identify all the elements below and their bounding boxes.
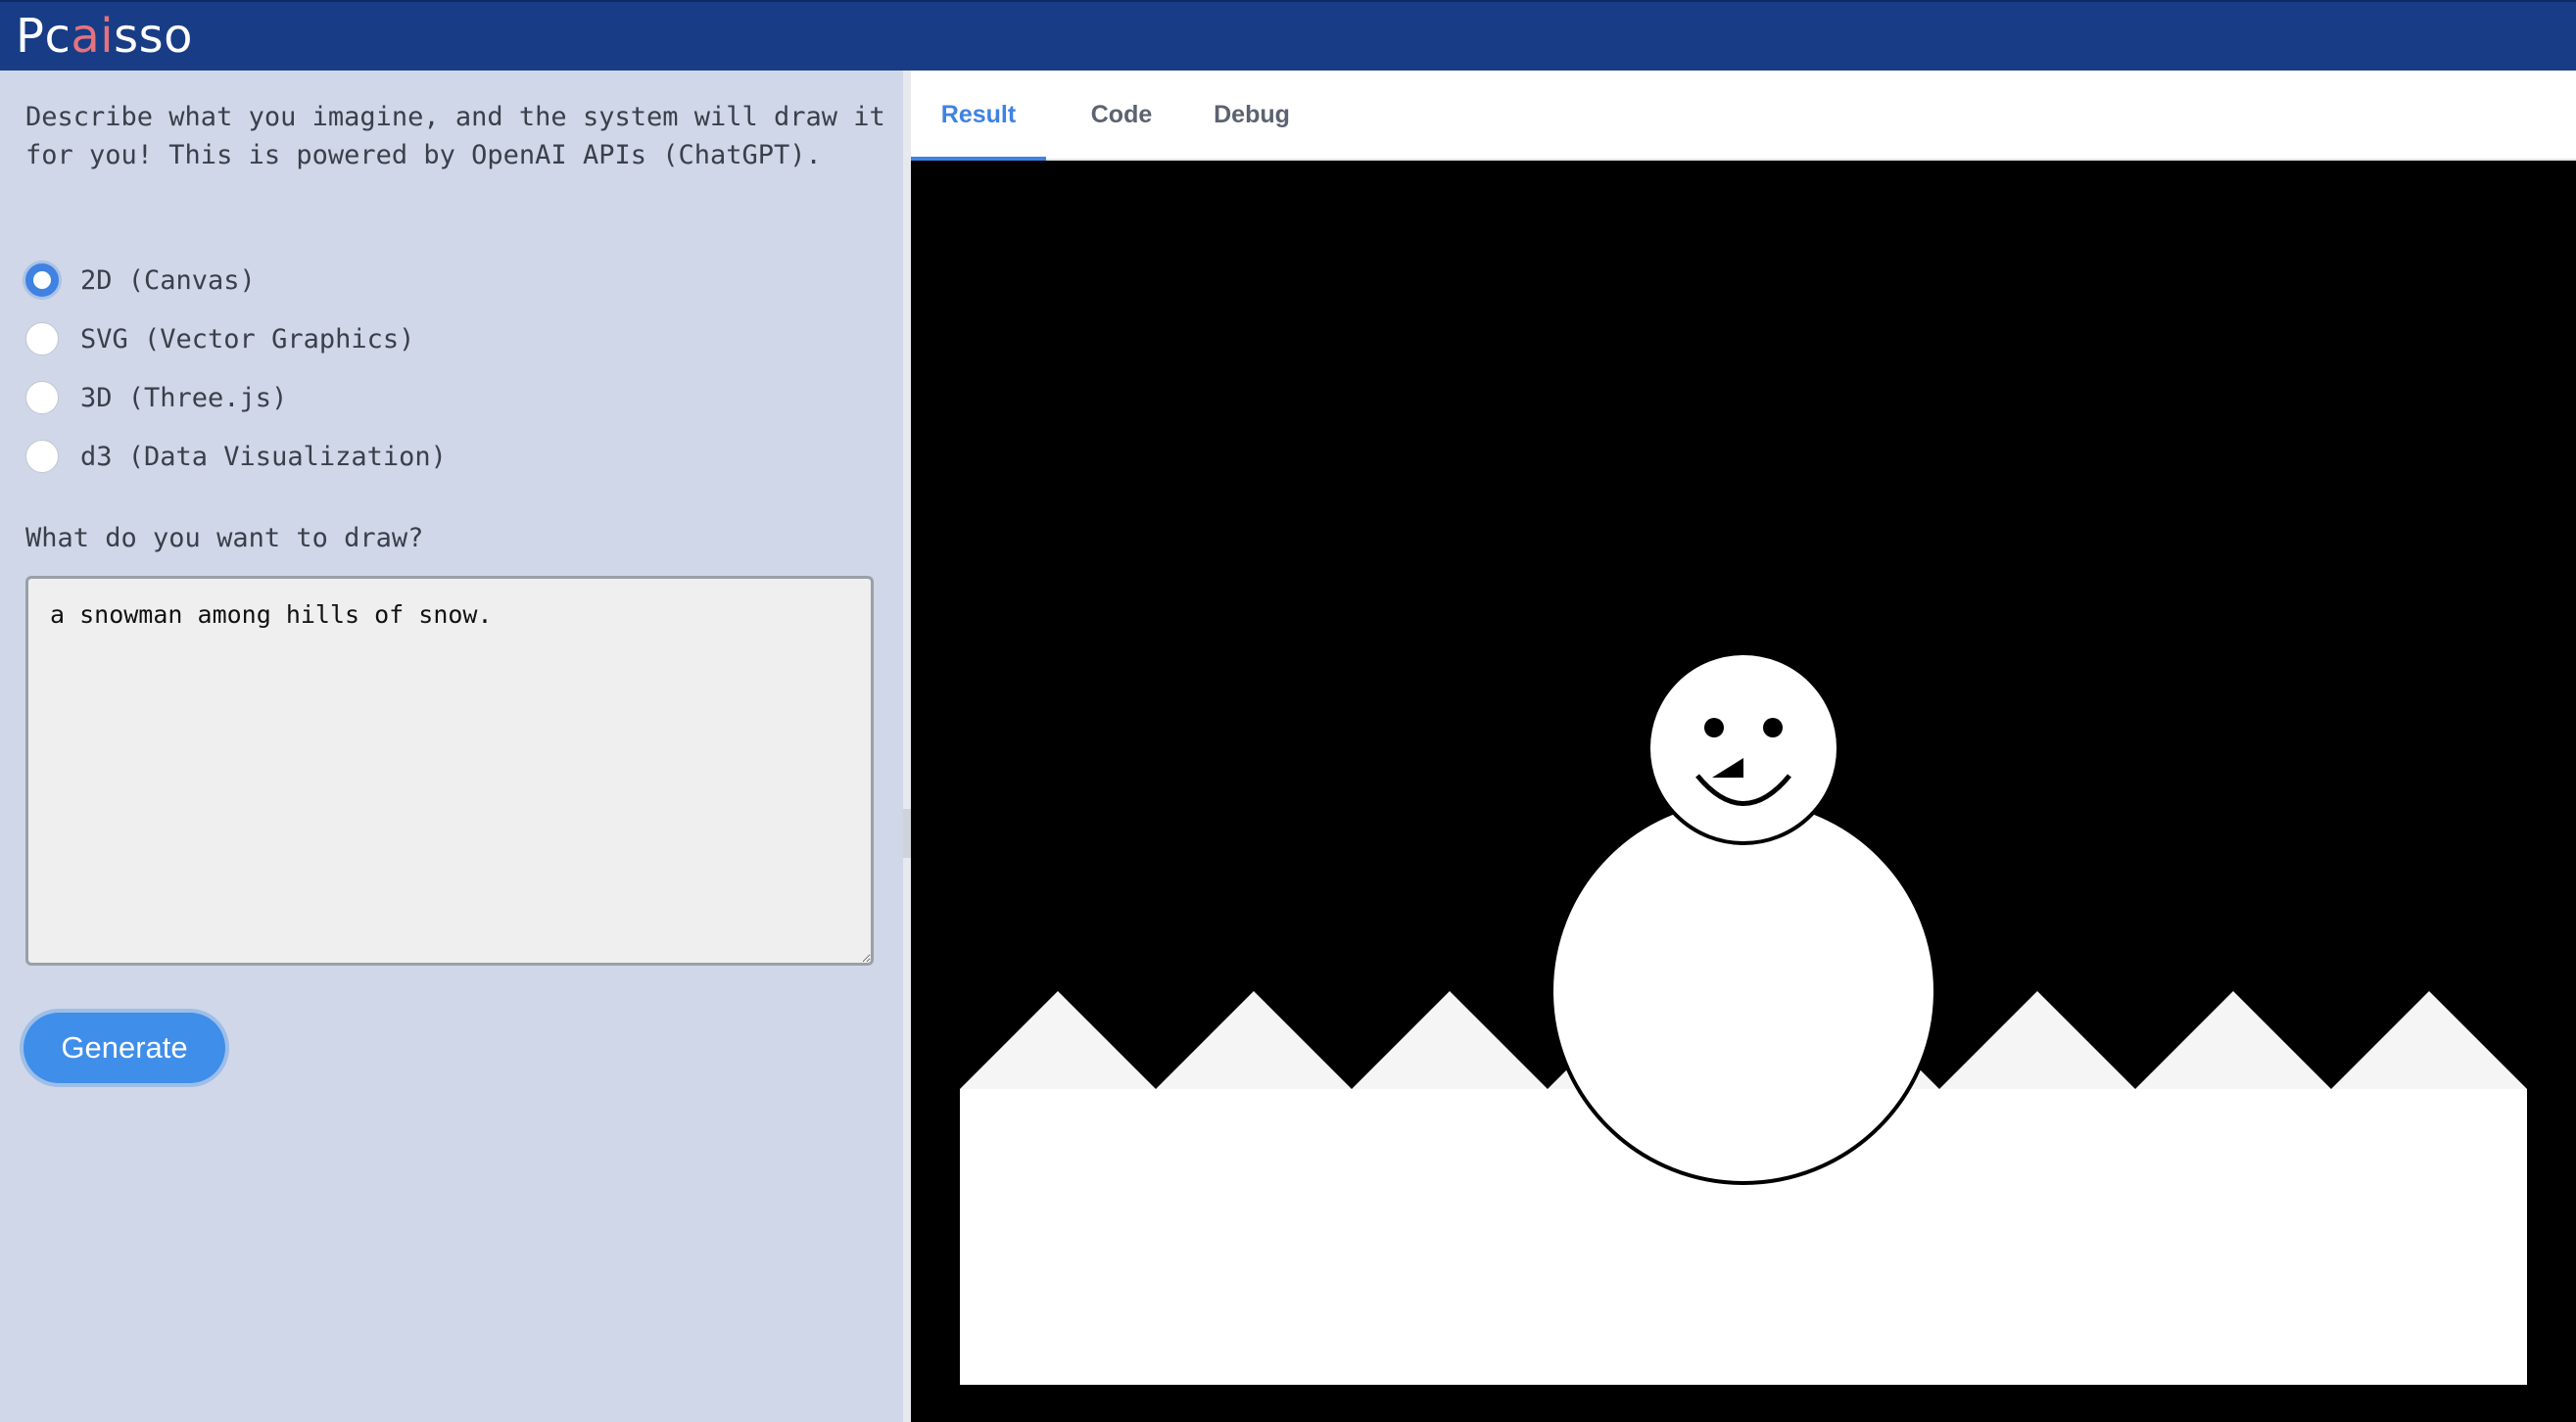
snowman-drawing [911, 161, 2576, 1422]
result-canvas [911, 161, 2576, 1422]
mode-option-3d-threejs[interactable]: 3D (Three.js) [25, 368, 447, 427]
snowman-body [1550, 797, 1937, 1185]
mode-label-svg: SVG (Vector Graphics) [80, 323, 415, 355]
intro-text: Describe what you imagine, and the syste… [25, 102, 885, 170]
mode-option-svg[interactable]: SVG (Vector Graphics) [25, 309, 447, 368]
prompt-textarea[interactable] [25, 576, 874, 966]
panel-divider[interactable] [903, 71, 911, 1422]
radio-button-svg[interactable] [25, 322, 59, 356]
generate-button[interactable]: Generate [24, 1013, 225, 1083]
radio-button-d3[interactable] [25, 440, 59, 473]
logo-prefix: Pc [16, 9, 72, 64]
mode-option-d3[interactable]: d3 (Data Visualization) [25, 427, 447, 486]
tab-debug[interactable]: Debug [1195, 71, 1309, 161]
snowman-right-eye [1763, 718, 1783, 737]
prompt-label: What do you want to draw? [25, 523, 424, 553]
mode-label-2d-canvas: 2D (Canvas) [80, 264, 256, 296]
resize-handle[interactable] [903, 809, 911, 858]
tab-result[interactable]: Result [911, 71, 1046, 161]
mode-option-2d-canvas[interactable]: 2D (Canvas) [25, 251, 447, 309]
mode-radio-group: 2D (Canvas) SVG (Vector Graphics) 3D (Th… [25, 251, 447, 486]
radio-button-2d-canvas[interactable] [25, 263, 59, 297]
logo-suffix: sso [114, 9, 193, 64]
snowman-left-eye [1704, 718, 1724, 737]
radio-button-3d-threejs[interactable] [25, 381, 59, 414]
pcaisso-app: Pcaisso Describe what you imagine, and t… [0, 0, 2576, 1422]
snowman-head [1646, 651, 1840, 845]
output-tabs: Result Code Debug [911, 71, 2576, 161]
tab-code[interactable]: Code [1070, 71, 1173, 161]
logo-accent: ai [71, 9, 115, 64]
app-logo: Pcaisso [16, 6, 193, 67]
mode-label-3d-threejs: 3D (Three.js) [80, 382, 288, 413]
mode-label-d3: d3 (Data Visualization) [80, 441, 447, 472]
top-bar: Pcaisso [0, 0, 2576, 71]
